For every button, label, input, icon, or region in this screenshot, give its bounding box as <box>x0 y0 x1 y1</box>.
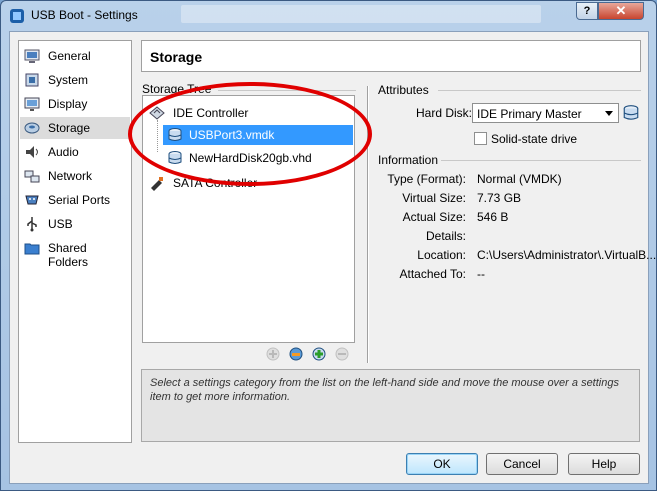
solid-state-drive-checkbox[interactable] <box>474 132 487 145</box>
attributes-divider <box>438 90 641 91</box>
usb-icon <box>27 217 37 232</box>
add-hard-disk-icon[interactable] <box>311 346 327 362</box>
ok-button[interactable]: OK <box>406 453 478 475</box>
info-value-type: Normal (VMDK) <box>477 172 562 186</box>
info-key-location: Location: <box>417 248 466 262</box>
audio-icon <box>26 146 38 158</box>
background-window-ghost <box>181 5 541 23</box>
help-hint-box: Select a settings category from the list… <box>141 369 640 442</box>
info-key-virtual-size: Virtual Size: <box>402 191 466 205</box>
sidebar-item-audio[interactable]: Audio <box>20 141 130 163</box>
info-key-type: Type (Format): <box>387 172 466 186</box>
page-title: Storage <box>150 49 203 65</box>
hard-disk-select[interactable]: IDE Primary Master <box>472 103 619 123</box>
shared-folders-icon <box>24 243 40 255</box>
hard-disk-label: Hard Disk: <box>416 106 473 120</box>
storage-icon <box>24 122 40 134</box>
info-value-attached-to: -- <box>477 267 485 281</box>
help-hint-text: Select a settings category from the list… <box>150 377 619 403</box>
settings-window: USB Boot - Settings ? ✕ General System D… <box>0 0 657 491</box>
cancel-button[interactable]: Cancel <box>486 453 558 475</box>
display-icon <box>24 97 40 111</box>
info-value-virtual-size: 7.73 GB <box>477 191 522 205</box>
close-icon: ✕ <box>615 3 627 18</box>
sidebar-item-serial-ports[interactable]: Serial Ports <box>20 189 130 211</box>
sidebar-item-display[interactable]: Display <box>20 93 130 115</box>
sidebar-item-storage[interactable]: Storage <box>20 117 130 139</box>
annotation-circle <box>128 82 372 186</box>
page-header: Storage <box>141 40 641 72</box>
sidebar-item-shared-folders[interactable]: Shared Folders <box>20 237 130 269</box>
sidebar-item-network[interactable]: Network <box>20 165 130 187</box>
solid-state-drive-label: Solid-state drive <box>491 132 578 146</box>
info-key-actual-size: Actual Size: <box>402 210 466 224</box>
close-button[interactable]: ✕ <box>598 2 644 20</box>
choose-disk-icon[interactable] <box>622 104 640 122</box>
remove-attachment-icon[interactable] <box>334 346 350 362</box>
network-icon <box>24 170 40 183</box>
sidebar-item-system[interactable]: System <box>20 69 130 91</box>
general-icon <box>24 49 40 63</box>
chevron-down-icon <box>605 111 613 116</box>
system-icon <box>25 73 39 87</box>
add-attachment-icon[interactable] <box>288 346 304 362</box>
serial-ports-icon <box>25 195 39 205</box>
help-button[interactable]: Help <box>568 453 640 475</box>
info-value-actual-size: 546 B <box>477 210 509 224</box>
sidebar-item-general[interactable]: General <box>20 45 130 67</box>
sata-controller-icon <box>151 177 163 191</box>
information-divider <box>441 160 641 161</box>
title-bar: USB Boot - Settings ? ✕ <box>1 1 656 31</box>
add-controller-icon[interactable] <box>265 346 281 362</box>
window-title: USB Boot - Settings <box>31 8 138 22</box>
info-key-details: Details: <box>425 229 466 243</box>
info-value-location: C:\Users\Administrator\.VirtualB... <box>477 248 657 262</box>
info-key-attached-to: Attached To: <box>399 267 467 281</box>
app-icon <box>10 9 24 23</box>
settings-category-list: General System Display Storage Audio Net… <box>18 40 132 443</box>
sidebar-item-usb[interactable]: USB <box>20 213 130 235</box>
attributes-label: Attributes <box>378 83 429 97</box>
title-help-button[interactable]: ? <box>576 2 598 20</box>
information-label: Information <box>378 153 439 167</box>
